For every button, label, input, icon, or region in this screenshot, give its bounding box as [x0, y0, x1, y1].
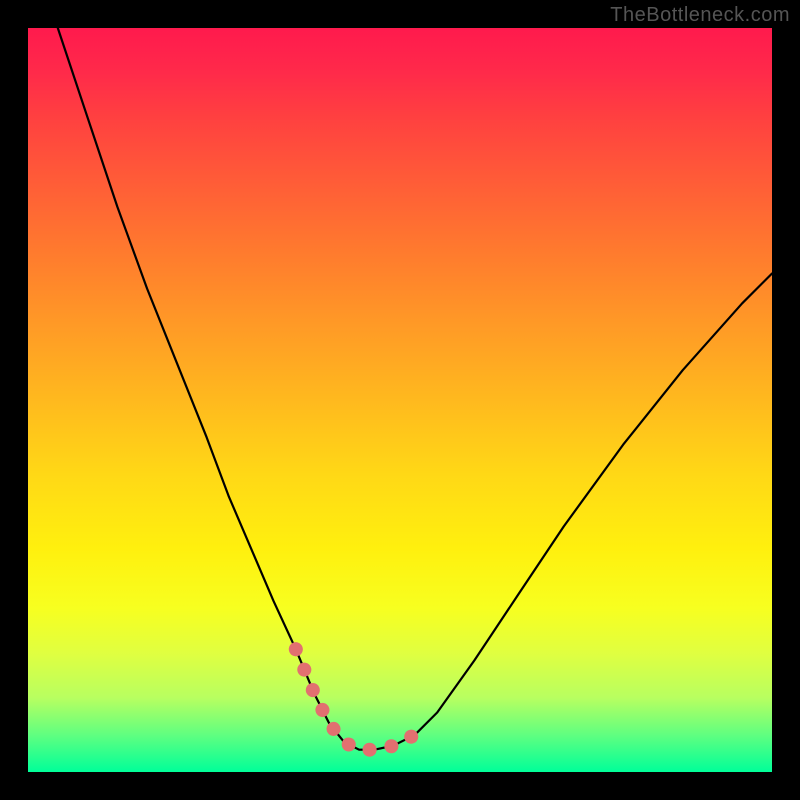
- bottleneck-curve: [58, 28, 772, 750]
- plot-area: [28, 28, 772, 772]
- chart-svg: [28, 28, 772, 772]
- watermark-text: TheBottleneck.com: [610, 4, 790, 27]
- chart-frame: TheBottleneck.com: [0, 0, 800, 800]
- optimal-segment: [296, 649, 415, 750]
